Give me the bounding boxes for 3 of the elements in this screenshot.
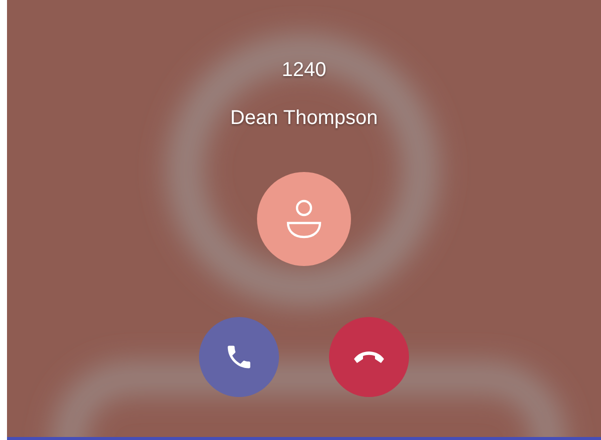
caller-number: 1240	[282, 58, 326, 83]
caller-name: Dean Thompson	[230, 106, 378, 131]
person-icon	[286, 199, 322, 239]
